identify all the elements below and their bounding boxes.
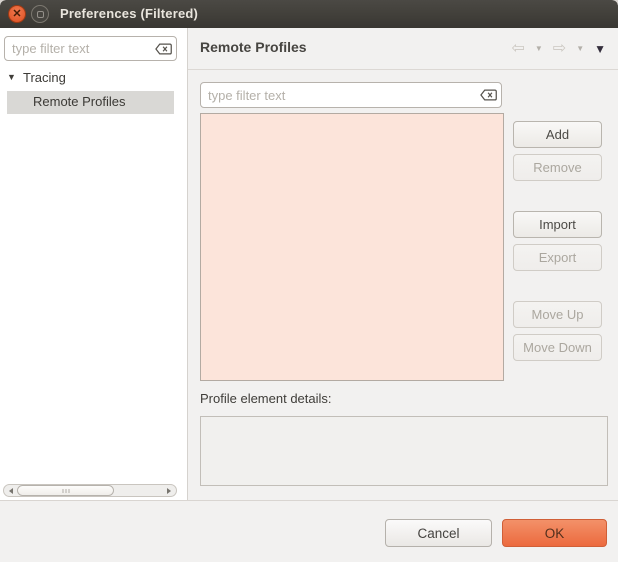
tree-item-label: Remote Profiles xyxy=(33,94,125,109)
clear-filter-icon[interactable] xyxy=(155,43,172,55)
profile-details-panel xyxy=(200,416,608,486)
back-icon[interactable]: ⇦ xyxy=(511,41,524,57)
move-down-button[interactable]: Move Down xyxy=(513,334,602,361)
profiles-filter xyxy=(200,82,502,108)
maximize-button[interactable] xyxy=(31,5,49,23)
window-title: Preferences (Filtered) xyxy=(60,0,198,28)
scrollbar-thumb[interactable] xyxy=(17,485,114,496)
scroll-left-arrow-icon[interactable] xyxy=(9,488,13,494)
tree-item-label: Tracing xyxy=(23,70,66,85)
cancel-button[interactable]: Cancel xyxy=(385,519,492,547)
dialog-footer: Cancel OK xyxy=(0,500,618,562)
add-button[interactable]: Add xyxy=(513,121,602,148)
view-menu-icon[interactable]: ▼ xyxy=(594,43,606,55)
preferences-sidebar: ▼ Tracing Remote Profiles xyxy=(0,28,188,500)
forward-dropdown-icon[interactable]: ▼ xyxy=(576,45,584,53)
profile-details-label: Profile element details: xyxy=(200,391,332,406)
profiles-list[interactable] xyxy=(200,113,504,381)
tree-item-tracing[interactable]: ▼ Tracing xyxy=(0,69,188,90)
remove-button[interactable]: Remove xyxy=(513,154,602,181)
titlebar: ✕ Preferences (Filtered) xyxy=(0,0,618,28)
history-nav: ⇦ ▼ ⇨ ▼ ▼ xyxy=(511,28,606,70)
forward-icon[interactable]: ⇨ xyxy=(553,41,566,57)
page-header: Remote Profiles ⇦ ▼ ⇨ ▼ ▼ xyxy=(188,28,618,70)
profiles-filter-input[interactable] xyxy=(200,82,502,108)
import-button[interactable]: Import xyxy=(513,211,602,238)
back-dropdown-icon[interactable]: ▼ xyxy=(535,45,543,53)
maximize-icon xyxy=(37,11,44,18)
remote-profiles-page: Remote Profiles ⇦ ▼ ⇨ ▼ ▼ Add Remove Imp… xyxy=(188,28,618,500)
move-up-button[interactable]: Move Up xyxy=(513,301,602,328)
ok-button[interactable]: OK xyxy=(502,519,607,547)
clear-filter-icon[interactable] xyxy=(480,89,497,101)
scrollbar-grip-icon xyxy=(62,489,69,493)
expander-icon[interactable]: ▼ xyxy=(7,72,16,82)
sidebar-horizontal-scrollbar[interactable] xyxy=(3,484,177,497)
page-title: Remote Profiles xyxy=(200,39,307,55)
preferences-dialog: ✕ Preferences (Filtered) ▼ Tracing Remot… xyxy=(0,0,618,562)
sidebar-filter-input[interactable] xyxy=(4,36,177,61)
sidebar-filter xyxy=(4,36,177,61)
tree-item-remote-profiles[interactable]: Remote Profiles xyxy=(7,91,174,114)
close-button[interactable]: ✕ xyxy=(8,5,26,23)
export-button[interactable]: Export xyxy=(513,244,602,271)
scroll-right-arrow-icon[interactable] xyxy=(167,488,171,494)
